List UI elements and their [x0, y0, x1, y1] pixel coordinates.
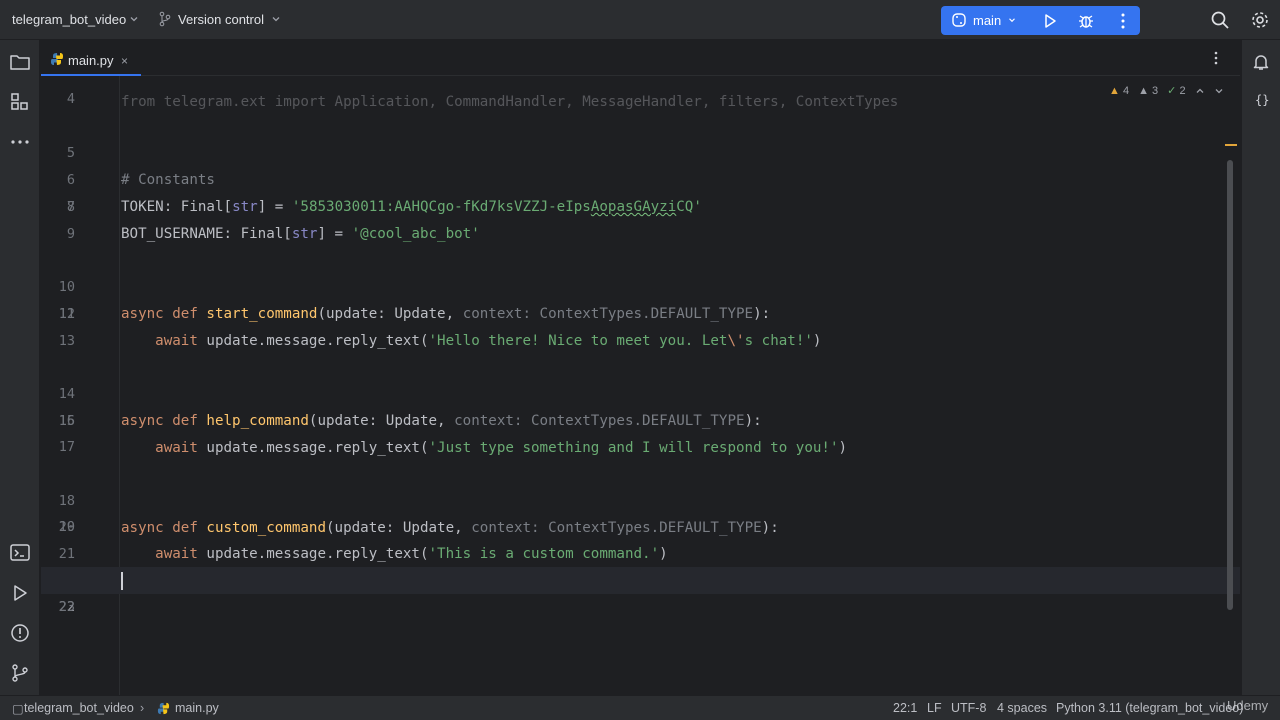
chevron-up-icon[interactable] [1195, 86, 1205, 96]
project-name[interactable]: telegram_bot_video [12, 12, 126, 27]
run-config-label: main [973, 12, 1002, 28]
settings-icon[interactable] [1250, 10, 1270, 30]
notifications-icon[interactable] [1251, 52, 1271, 72]
code-line: 10 async def start_command(update: Updat… [41, 247, 1240, 322]
watermark-text: Udemy [1227, 698, 1269, 713]
run-icon[interactable] [9, 582, 31, 604]
code-line: 5 # Constants [41, 113, 1240, 188]
line-number: 4 [66, 91, 75, 107]
code-line: 21 [41, 541, 1240, 568]
python-interpreter[interactable]: Python 3.11 (telegram_bot_video) [1056, 701, 1243, 715]
warning-icon: ▲ [1109, 84, 1120, 97]
code-line: 13 [41, 328, 1240, 355]
run-icon[interactable] [1041, 12, 1059, 30]
project-icon: ▢ [12, 702, 24, 716]
problems-icon[interactable] [9, 622, 31, 644]
warning-marker[interactable] [1225, 144, 1237, 146]
line-number: 9 [66, 226, 75, 242]
caret-position[interactable]: 22:1 [893, 701, 917, 715]
python-file-icon [51, 53, 63, 65]
folder-icon[interactable] [9, 51, 31, 73]
search-icon[interactable] [1210, 10, 1230, 30]
more-horizontal-icon[interactable] [9, 131, 31, 153]
warning-count: ▲ 4 [1109, 84, 1130, 97]
tab-main-py[interactable]: main.py × [41, 40, 141, 76]
code-line: 17 [41, 434, 1240, 461]
terminal-icon[interactable] [9, 542, 31, 564]
vertical-scrollbar[interactable] [1227, 160, 1233, 610]
python-file-icon [157, 702, 170, 715]
chevron-down-icon [272, 17, 280, 22]
line-number: 21 [58, 546, 75, 562]
git-icon[interactable] [9, 662, 31, 684]
more-vertical-icon[interactable] [1208, 50, 1224, 66]
code-line: 4 [41, 86, 1240, 113]
title-bar: telegram_bot_video Version control main [0, 0, 1280, 40]
breadcrumb-separator-icon: › [140, 701, 145, 715]
line-separator[interactable]: LF [927, 701, 942, 715]
code-line: 6 TOKEN: Final[str] = '5853030011:AAHQCg… [41, 140, 1240, 215]
breadcrumb-file[interactable]: main.py [175, 701, 219, 715]
version-control-label: Version control [178, 11, 264, 27]
line-number: 20 [58, 519, 75, 535]
structure-icon[interactable] [9, 91, 31, 113]
chevron-down-icon[interactable] [1214, 86, 1224, 96]
code-line: 15 await update.message.reply_text('Just… [41, 381, 1240, 456]
branch-icon [159, 11, 171, 27]
chevron-down-icon [1009, 18, 1016, 23]
more-vertical-icon[interactable] [1115, 12, 1131, 30]
code-line: 9 [41, 221, 1240, 248]
tab-label: main.py [68, 53, 114, 68]
code-line: 16 [41, 408, 1240, 435]
weak-warning-icon: ▲ [1138, 84, 1149, 97]
line-number: 8 [66, 199, 75, 215]
debug-icon[interactable] [1077, 12, 1095, 30]
line-number: 12 [58, 306, 75, 322]
chevron-down-icon[interactable] [128, 13, 140, 25]
typo-icon: ✓ [1167, 85, 1177, 97]
code-line: 11 await update.message.reply_text('Hell… [41, 274, 1240, 349]
editor-tab-bar: main.py × [41, 40, 1240, 76]
right-tool-strip: {} [1241, 40, 1280, 695]
breadcrumb-project[interactable]: telegram_bot_video [24, 701, 134, 715]
run-config-selector[interactable]: main [951, 12, 1017, 28]
typo-count: ✓ 2 [1167, 85, 1186, 97]
current-code-line: 22 [41, 567, 1240, 615]
code-line: 8 [41, 194, 1240, 221]
line-number: 23 [58, 599, 75, 615]
weak-warning-count: ▲ 3 [1138, 84, 1159, 97]
status-bar: ▢ telegram_bot_video › main.py 22:1 LF U… [0, 695, 1280, 720]
code-line: 23 [41, 594, 1240, 621]
code-line: 19 await update.message.reply_text('This… [41, 487, 1240, 562]
file-encoding[interactable]: UTF-8 [951, 701, 986, 715]
json-icon[interactable]: {} [1255, 93, 1269, 107]
line-number: 13 [58, 333, 75, 349]
code-line: 18 async def custom_command(update: Upda… [41, 461, 1240, 536]
text-caret [121, 572, 123, 590]
line-number: 17 [58, 439, 75, 455]
code-line: 12 [41, 301, 1240, 328]
left-tool-strip [0, 40, 40, 695]
line-number: 16 [58, 413, 75, 429]
code-line: 20 [41, 514, 1240, 541]
version-control-menu[interactable]: Version control [158, 11, 282, 27]
close-icon[interactable]: × [121, 54, 128, 68]
indent-setting[interactable]: 4 spaces [997, 701, 1047, 715]
python-icon [952, 13, 966, 27]
code-line: 7 BOT_USERNAME: Final[str] = '@cool_abc_… [41, 167, 1240, 242]
run-toolbar: main [941, 6, 1140, 35]
code-editor[interactable]: from telegram.ext import Application, Co… [41, 76, 1240, 695]
inspection-widget[interactable]: ▲ 4 ▲ 3 ✓ 2 [1109, 84, 1224, 97]
code-line: 14 async def help_command(update: Update… [41, 354, 1240, 429]
